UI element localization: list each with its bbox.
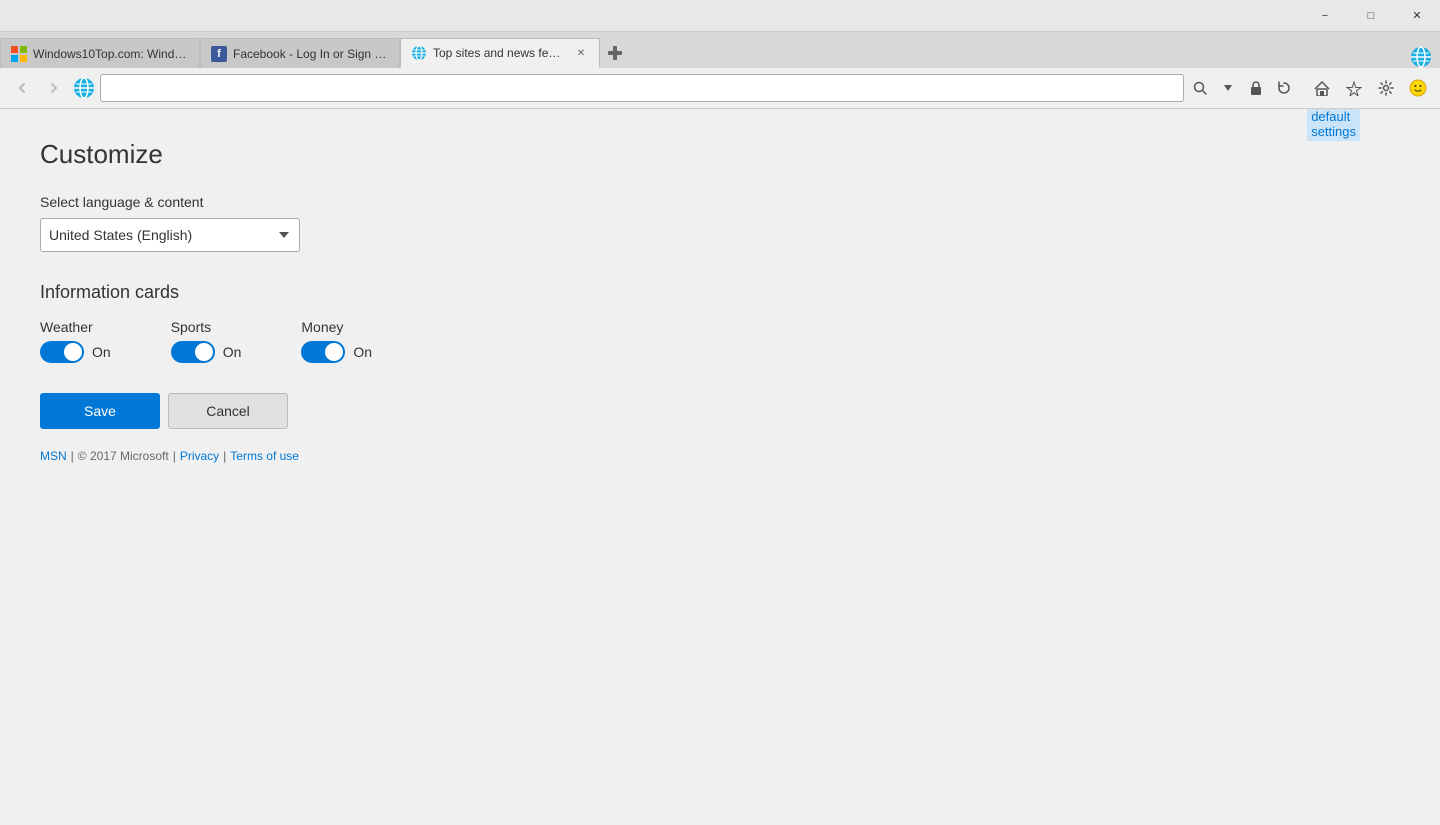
home-button[interactable]: [1308, 74, 1336, 102]
sports-toggle[interactable]: [171, 341, 215, 363]
search-dropdown-button[interactable]: [1216, 76, 1240, 100]
star-icon: [1346, 81, 1362, 96]
back-button[interactable]: [8, 74, 36, 102]
weather-toggle-item: Weather On: [40, 319, 111, 363]
footer-sep-3: |: [223, 449, 226, 463]
sports-label: Sports: [171, 319, 242, 335]
terms-link[interactable]: Terms of use: [230, 449, 299, 463]
settings-button[interactable]: [1372, 74, 1400, 102]
tab-windows10top-label: Windows10Top.com: Windows...: [33, 47, 189, 61]
toolbar-right: [1308, 74, 1432, 102]
refresh-button[interactable]: [1272, 76, 1296, 100]
search-button[interactable]: [1188, 76, 1212, 100]
browser-chrome: Windows10Top.com: Windows... f Facebook …: [0, 32, 1440, 109]
back-icon: [16, 82, 28, 94]
ie-new-tab-icon: [1410, 46, 1432, 68]
address-input[interactable]: [100, 74, 1184, 102]
buttons-row: Save Cancel: [40, 393, 1400, 429]
ie-tab-icon-area: [1410, 46, 1432, 68]
footer-sep-2: |: [173, 449, 176, 463]
facebook-favicon: f: [211, 46, 227, 62]
lock-icon: [1250, 81, 1262, 95]
weather-toggle-state: On: [92, 344, 111, 360]
search-icon: [1193, 81, 1207, 95]
maximize-button[interactable]: □: [1348, 0, 1394, 32]
address-bar-row: [0, 68, 1440, 108]
toggles-row: Weather On Sports On Money On: [40, 319, 1400, 363]
weather-toggle-row: On: [40, 341, 111, 363]
ie-favicon-icon: [411, 45, 427, 61]
tab-topsites-label: Top sites and news feed tab: [433, 46, 567, 60]
forward-button[interactable]: [40, 74, 68, 102]
new-tab-button[interactable]: [600, 38, 630, 68]
title-bar: − □ ✕: [0, 0, 1440, 32]
topsites-favicon: [411, 45, 427, 61]
smiley-icon: [1409, 79, 1427, 97]
reset-link[interactable]: Reset to default settings: [1307, 109, 1360, 141]
weather-toggle[interactable]: [40, 341, 84, 363]
browser-logo: [72, 76, 96, 100]
weather-label: Weather: [40, 319, 111, 335]
ie-logo-icon: [73, 77, 95, 99]
gear-icon: [1378, 80, 1394, 96]
sports-toggle-row: On: [171, 341, 242, 363]
sports-toggle-item: Sports On: [171, 319, 242, 363]
copyright-text: © 2017 Microsoft: [78, 449, 169, 463]
cancel-button[interactable]: Cancel: [168, 393, 288, 429]
windows10top-favicon: [11, 46, 27, 62]
refresh-icon: [1277, 81, 1291, 95]
money-toggle-item: Money On: [301, 319, 372, 363]
favorites-button[interactable]: [1340, 74, 1368, 102]
footer-links: MSN | © 2017 Microsoft | Privacy | Terms…: [40, 449, 1400, 463]
chevron-down-icon: [1224, 85, 1232, 91]
info-cards-title: Information cards: [40, 282, 1400, 303]
new-tab-icon: [608, 46, 622, 60]
tab-topsites-close[interactable]: ✕: [573, 45, 589, 61]
close-button[interactable]: ✕: [1394, 0, 1440, 32]
lock-icon-button[interactable]: [1244, 76, 1268, 100]
emoji-button[interactable]: [1404, 74, 1432, 102]
page-content: Customize Select language & content Unit…: [0, 109, 1440, 825]
save-button[interactable]: Save: [40, 393, 160, 429]
msn-link[interactable]: MSN: [40, 449, 67, 463]
language-section: Select language & content United States …: [40, 194, 1400, 252]
language-select[interactable]: United States (English) United Kingdom (…: [40, 218, 300, 252]
tab-bar: Windows10Top.com: Windows... f Facebook …: [0, 32, 1440, 68]
language-label: Select language & content: [40, 194, 1400, 210]
minimize-button[interactable]: −: [1302, 0, 1348, 32]
tab-facebook-label: Facebook - Log In or Sign Up: [233, 47, 389, 61]
privacy-link[interactable]: Privacy: [180, 449, 219, 463]
window-controls: − □ ✕: [1302, 0, 1440, 32]
tab-topsites[interactable]: Top sites and news feed tab ✕: [400, 38, 600, 68]
footer-sep-1: |: [71, 449, 74, 463]
page-title: Customize: [40, 139, 1400, 170]
sports-toggle-state: On: [223, 344, 242, 360]
money-toggle-row: On: [301, 341, 372, 363]
money-toggle-state: On: [353, 344, 372, 360]
forward-icon: [48, 82, 60, 94]
tab-windows10top[interactable]: Windows10Top.com: Windows...: [0, 38, 200, 68]
home-icon: [1314, 81, 1330, 96]
tab-facebook[interactable]: f Facebook - Log In or Sign Up: [200, 38, 400, 68]
money-label: Money: [301, 319, 372, 335]
info-cards-section: Information cards Weather On Sports On: [40, 282, 1400, 363]
fb-favicon-icon: f: [211, 46, 227, 62]
money-toggle[interactable]: [301, 341, 345, 363]
